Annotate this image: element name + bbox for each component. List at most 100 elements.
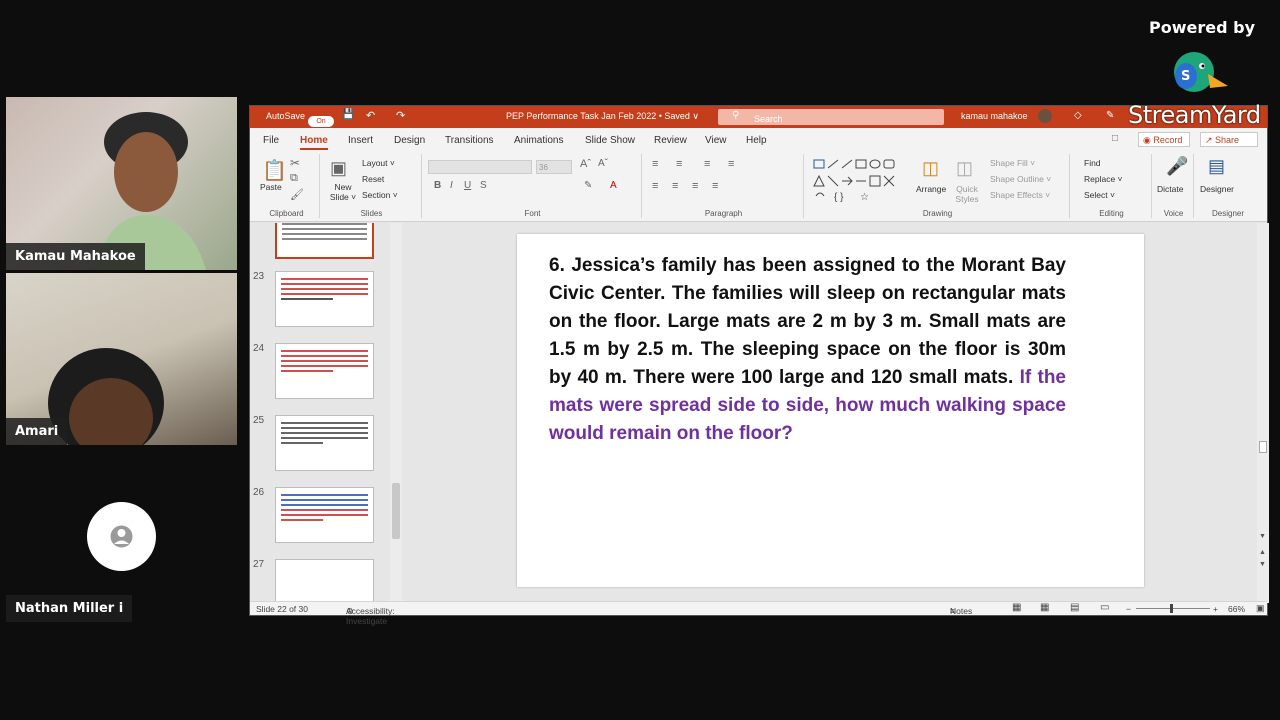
decrease-font-icon[interactable]: Aˇ <box>598 158 608 169</box>
arrange-button[interactable]: Arrange <box>916 184 946 194</box>
zoom-out-icon[interactable]: − <box>1126 604 1131 614</box>
font-group: 36 Aˆ Aˇ B I U S ✎ A Font <box>424 154 642 218</box>
title-bar: AutoSave On 💾 ↶ ↷ PEP Performance Task J… <box>250 106 1267 128</box>
format-painter-icon[interactable]: 🖌 <box>290 188 304 201</box>
undo-icon[interactable]: ↶ <box>366 109 375 122</box>
quick-styles-icon[interactable]: ◫ <box>956 158 973 179</box>
bold-icon[interactable]: B <box>434 180 441 191</box>
font-name-dropdown[interactable] <box>428 160 532 174</box>
tab-home[interactable]: Home <box>300 135 328 150</box>
redo-icon[interactable]: ↷ <box>396 109 405 122</box>
zoom-level[interactable]: 66% <box>1228 604 1245 614</box>
increase-font-icon[interactable]: Aˆ <box>580 158 591 170</box>
slide-thumbnail-24[interactable] <box>275 343 374 399</box>
slide-thumbnail-22[interactable] <box>275 223 374 259</box>
replace-button[interactable]: Replace ˅ <box>1084 174 1123 184</box>
scrollbar-thumb[interactable] <box>1259 441 1267 453</box>
tab-design[interactable]: Design <box>394 135 425 146</box>
shape-outline-button[interactable]: Shape Outline ˅ <box>990 174 1051 184</box>
justify-icon[interactable]: ≡ <box>712 180 718 192</box>
align-left-icon[interactable]: ≡ <box>652 180 658 192</box>
select-button[interactable]: Select ˅ <box>1084 190 1115 200</box>
shapes-gallery-icon[interactable]: { } ☆ <box>812 158 910 202</box>
tab-animations[interactable]: Animations <box>514 135 563 146</box>
slide-thumbnails-panel: 23 24 25 26 27 <box>250 223 402 603</box>
slide-thumbnail-23[interactable] <box>275 271 374 327</box>
participant-tile-nathan[interactable]: Nathan Miller i <box>6 449 237 622</box>
search-input[interactable]: ⚲ Search <box>718 109 944 125</box>
section-button[interactable]: Section ˅ <box>362 190 398 200</box>
tab-review[interactable]: Review <box>654 135 687 146</box>
outdent-icon[interactable]: ≡ <box>728 158 734 170</box>
user-name[interactable]: kamau mahakoe <box>961 111 1028 121</box>
reading-view-icon[interactable]: ▤ <box>1070 602 1079 613</box>
find-button[interactable]: Find <box>1084 158 1101 168</box>
tab-slide-show[interactable]: Slide Show <box>585 135 635 146</box>
shape-effects-button[interactable]: Shape Effects ˅ <box>990 190 1050 200</box>
slideshow-icon[interactable]: ▭ <box>1100 602 1109 613</box>
highlight-icon[interactable]: ✎ <box>584 180 592 191</box>
next-slide-icon[interactable]: ▼ <box>1259 561 1266 568</box>
zoom-in-icon[interactable]: + <box>1213 604 1218 614</box>
user-avatar[interactable] <box>1038 109 1052 123</box>
font-size-dropdown[interactable]: 36 <box>536 160 572 174</box>
diamond-icon[interactable]: ◇ <box>1074 110 1082 121</box>
copy-icon[interactable]: ⧉ <box>290 172 298 185</box>
group-label: Editing <box>1099 209 1124 218</box>
arrange-icon[interactable]: ◫ <box>922 158 939 179</box>
paste-icon[interactable]: 📋 <box>262 158 287 183</box>
zoom-slider[interactable] <box>1136 604 1210 613</box>
slide-thumbnail-25[interactable] <box>275 415 374 471</box>
normal-view-icon[interactable]: ▦ <box>1012 602 1021 613</box>
document-title[interactable]: PEP Performance Task Jan Feb 2022 • Save… <box>506 111 699 122</box>
voice-group: 🎤 Dictate Voice <box>1154 154 1194 218</box>
cut-icon[interactable]: ✂ <box>290 156 300 170</box>
align-right-icon[interactable]: ≡ <box>692 180 698 192</box>
slide-textbox[interactable]: 6. Jessica’s family has been assigned to… <box>549 252 1066 448</box>
slide-thumbnail-27[interactable] <box>275 559 374 603</box>
microphone-icon[interactable]: 🎤 <box>1166 156 1188 177</box>
zoom-slider-handle[interactable] <box>1170 604 1173 613</box>
tab-help[interactable]: Help <box>746 135 767 146</box>
indent-icon[interactable]: ≡ <box>704 158 710 170</box>
font-color-icon[interactable]: A <box>610 180 617 191</box>
participant-name: Amari <box>6 418 68 445</box>
underline-icon[interactable]: U <box>464 180 471 191</box>
new-slide-icon[interactable]: ▣ <box>330 158 347 179</box>
scrollbar-thumb[interactable] <box>392 483 400 539</box>
comments-icon[interactable]: □ <box>1112 133 1118 144</box>
fit-slide-icon[interactable]: ▣ <box>1256 603 1265 614</box>
scroll-down-icon[interactable]: ▼ <box>1259 533 1266 540</box>
tab-view[interactable]: View <box>705 135 727 146</box>
slide-sorter-icon[interactable]: ▦ <box>1040 602 1049 613</box>
slides-group: ▣ New Slide ˅ Layout ˅ Reset Section ˅ S… <box>322 154 422 218</box>
dictate-button[interactable]: Dictate <box>1157 184 1183 194</box>
participant-tile-kamau[interactable]: Kamau Mahakoe <box>6 97 237 270</box>
paste-button[interactable]: Paste <box>260 182 282 192</box>
quick-styles-button[interactable]: Quick Styles <box>954 184 980 204</box>
pen-icon[interactable]: ✎ <box>1106 110 1114 121</box>
participant-tile-amari[interactable]: Amari <box>6 273 237 445</box>
designer-icon[interactable]: ▤ <box>1208 156 1225 177</box>
save-icon[interactable]: 💾 <box>342 109 354 120</box>
share-button[interactable]: ↗ Share <box>1200 132 1258 147</box>
current-slide[interactable]: 6. Jessica’s family has been assigned to… <box>517 234 1144 587</box>
layout-button[interactable]: Layout ˅ <box>362 158 395 168</box>
thumbnails-scrollbar[interactable] <box>390 223 402 603</box>
tab-file[interactable]: File <box>263 135 279 146</box>
new-slide-button[interactable]: New Slide ˅ <box>328 182 358 202</box>
slide-thumbnail-26[interactable] <box>275 487 374 543</box>
align-center-icon[interactable]: ≡ <box>672 180 678 192</box>
tab-insert[interactable]: Insert <box>348 135 373 146</box>
bullets-icon[interactable]: ≡ <box>652 158 658 170</box>
italic-icon[interactable]: I <box>450 180 453 191</box>
reset-button[interactable]: Reset <box>362 174 384 184</box>
record-button[interactable]: ◉ Record <box>1138 132 1190 147</box>
designer-button[interactable]: Designer <box>1200 184 1234 194</box>
vertical-scrollbar[interactable]: ▼ ▲ ▼ <box>1257 223 1269 603</box>
shadow-icon[interactable]: S <box>480 180 487 191</box>
previous-slide-icon[interactable]: ▲ <box>1259 549 1266 556</box>
shape-fill-button[interactable]: Shape Fill ˅ <box>990 158 1035 168</box>
numbering-icon[interactable]: ≡ <box>676 158 682 170</box>
tab-transitions[interactable]: Transitions <box>445 135 494 146</box>
